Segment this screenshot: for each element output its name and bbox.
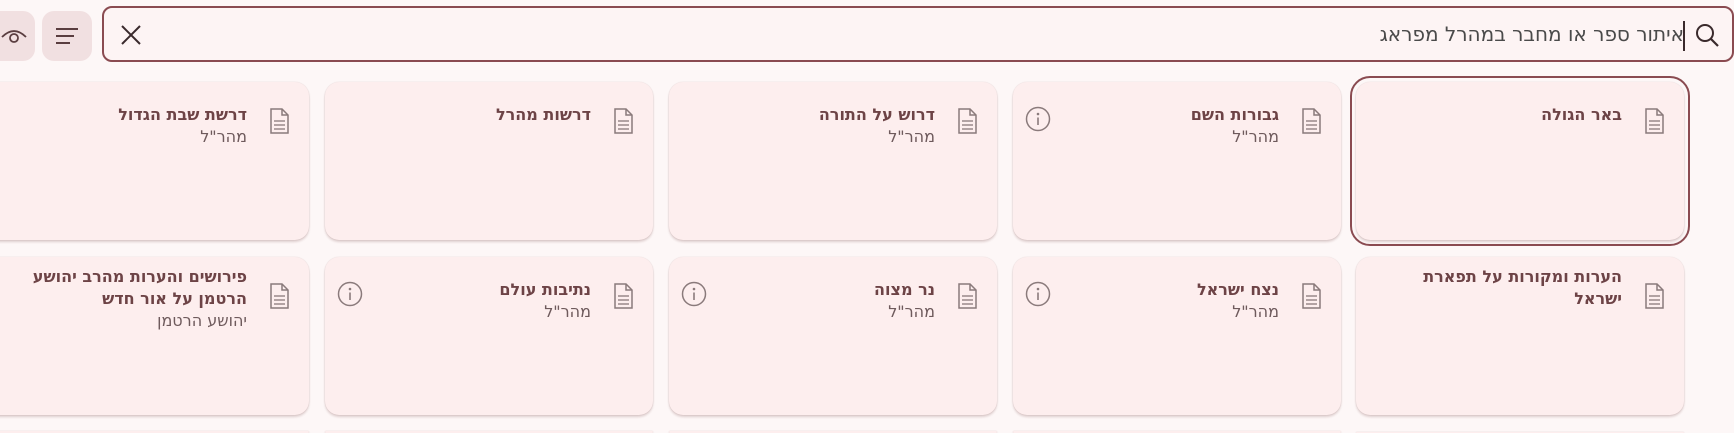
- book-title: נר מצוה: [874, 280, 935, 299]
- document-icon: [614, 108, 633, 134]
- document-icon: [614, 283, 633, 309]
- book-card[interactable]: נתיבות עולם מהר"ל: [325, 257, 653, 415]
- book-card[interactable]: גבורות השם מהר"ל: [1013, 82, 1341, 240]
- book-title: נתיבות עולם: [499, 280, 591, 299]
- document-icon: [958, 283, 977, 309]
- book-card[interactable]: פירושים והערות מהרב יהושע הרטמן על אור ח…: [0, 257, 309, 415]
- close-icon[interactable]: [116, 20, 146, 50]
- document-icon: [1302, 108, 1321, 134]
- book-title: פירושים והערות מהרב יהושע הרטמן על אור ח…: [32, 267, 247, 308]
- document-icon: [270, 283, 289, 309]
- book-title: דרשת שבת הגדול: [118, 105, 247, 124]
- book-card[interactable]: נר מצוה מהר"ל: [669, 257, 997, 415]
- menu-button[interactable]: [42, 11, 92, 61]
- search-bar[interactable]: איתור ספר או מחבר במהרל מפראג: [102, 6, 1734, 62]
- document-icon: [1302, 283, 1321, 309]
- book-title: דרשות מהרל: [495, 105, 591, 124]
- search-icon[interactable]: [1692, 20, 1722, 50]
- info-icon[interactable]: [336, 280, 364, 308]
- book-author: יהושע הרטמן: [157, 311, 247, 330]
- eye-icon: [1, 30, 27, 43]
- info-icon[interactable]: [1024, 280, 1052, 308]
- document-icon: [270, 108, 289, 134]
- menu-icon: [56, 28, 78, 44]
- text-caret: [1683, 21, 1685, 51]
- view-toggle-button[interactable]: [0, 11, 35, 61]
- book-author: מהר"ל: [1232, 127, 1279, 146]
- book-author: מהר"ל: [888, 302, 935, 321]
- book-title: נצח ישראל: [1196, 280, 1279, 299]
- book-author: מהר"ל: [888, 127, 935, 146]
- book-card[interactable]: דרוש על התורה מהר"ל: [669, 82, 997, 240]
- book-author: מהר"ל: [200, 127, 247, 146]
- info-icon[interactable]: [1024, 105, 1052, 133]
- book-card[interactable]: דרשות מהרל: [325, 82, 653, 240]
- book-title: גבורות השם: [1190, 105, 1279, 124]
- book-card[interactable]: הערות ומקורות על תפארת ישראל: [1356, 257, 1684, 415]
- book-card[interactable]: באר הגולה: [1350, 76, 1690, 246]
- book-author: מהר"ל: [1232, 302, 1279, 321]
- info-icon[interactable]: [680, 280, 708, 308]
- book-card[interactable]: נצח ישראל מהר"ל: [1013, 257, 1341, 415]
- book-title: באר הגולה: [1541, 105, 1622, 124]
- book-title: הערות ומקורות על תפארת ישראל: [1423, 267, 1622, 308]
- book-card[interactable]: דרשת שבת הגדול מהר"ל: [0, 82, 309, 240]
- book-title: דרוש על התורה: [818, 105, 935, 124]
- search-input[interactable]: איתור ספר או מחבר במהרל מפראג: [1380, 22, 1684, 46]
- document-icon: [958, 108, 977, 134]
- book-author: מהר"ל: [544, 302, 591, 321]
- document-icon: [1645, 108, 1664, 134]
- document-icon: [1645, 283, 1664, 309]
